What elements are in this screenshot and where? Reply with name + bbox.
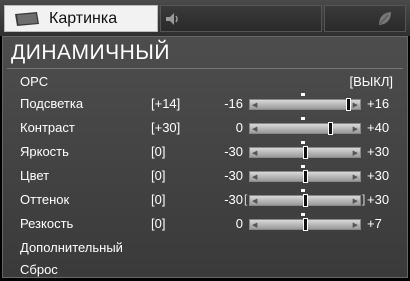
slider-min: -30 bbox=[224, 144, 243, 159]
slider-min: -16 bbox=[224, 96, 243, 111]
slider-label: Оттенок bbox=[20, 192, 70, 207]
slider-max: +30 bbox=[367, 144, 390, 159]
menu-item-slider[interactable]: Резкость [0] 0 ◀ ▶ +7 bbox=[3, 213, 407, 235]
slider-max: +30 bbox=[367, 168, 390, 183]
slider-label: Яркость bbox=[20, 144, 69, 159]
arrow-left-icon: ◀ bbox=[252, 126, 258, 133]
menu-tab-bar: Картинка bbox=[0, 0, 410, 36]
arrow-right-icon: ▶ bbox=[352, 150, 358, 157]
arrow-right-icon: ▶ bbox=[352, 198, 358, 205]
slider-max: +16 bbox=[367, 96, 390, 111]
center-tick bbox=[301, 141, 305, 144]
reset-label: Сброс bbox=[20, 262, 58, 277]
slider-value: [0] bbox=[151, 144, 166, 159]
slider-track[interactable]: ◀ ▶ bbox=[249, 170, 361, 183]
slider-thumb[interactable] bbox=[328, 122, 333, 135]
leaf-icon bbox=[379, 12, 391, 25]
slider-max: +30 bbox=[367, 192, 390, 207]
arrow-left-icon: ◀ bbox=[252, 198, 258, 205]
slider-min: -30 bbox=[224, 192, 243, 207]
slider-track[interactable]: ◀ ▶ bbox=[249, 146, 361, 159]
menu-item-slider[interactable]: Подсветка [+14] -16 ◀ ▶ +16 bbox=[3, 93, 407, 115]
slider-max: +7 bbox=[367, 216, 382, 231]
menu-item-slider[interactable]: Цвет [0] -30 ◀ ▶ +30 bbox=[3, 165, 407, 187]
arrow-left-icon: ◀ bbox=[252, 150, 258, 157]
bracket-left-icon: [ bbox=[244, 192, 248, 206]
arrow-right-icon: ▶ bbox=[352, 102, 358, 109]
center-tick bbox=[301, 189, 305, 192]
menu-item-slider[interactable]: Оттенок [0] -30[] ◀ ▶ +30 bbox=[3, 189, 407, 211]
slider-value: [+14] bbox=[151, 96, 181, 111]
slider-label: Цвет bbox=[20, 168, 50, 183]
arrow-right-icon: ▶ bbox=[352, 126, 358, 133]
slider-thumb[interactable] bbox=[303, 194, 308, 207]
tab-picture-label: Картинка bbox=[49, 10, 118, 27]
tab-picture[interactable]: Картинка bbox=[4, 5, 158, 32]
slider-value: [+30] bbox=[151, 120, 181, 135]
arrow-left-icon: ◀ bbox=[252, 222, 258, 229]
picture-settings-panel: ДИНАМИЧНЫЙ OPC [ВЫКЛ] Подсветка [+14] -16 ◀… bbox=[2, 36, 408, 278]
advanced-label: Дополнительный bbox=[20, 240, 123, 255]
menu-item-advanced[interactable]: Дополнительный bbox=[3, 237, 407, 259]
arrow-left-icon: ◀ bbox=[252, 102, 258, 109]
slider-label: Контраст bbox=[20, 120, 75, 135]
slider-min: 0 bbox=[235, 216, 243, 231]
opc-value: [ВЫКЛ] bbox=[349, 74, 393, 89]
center-tick bbox=[301, 117, 305, 120]
slider-label: Резкость bbox=[20, 216, 74, 231]
center-tick bbox=[301, 165, 305, 168]
slider-track[interactable]: ◀ ▶ bbox=[249, 122, 361, 135]
speaker-icon bbox=[166, 13, 178, 25]
tab-eco[interactable] bbox=[324, 5, 406, 32]
slider-min: -30 bbox=[224, 168, 243, 183]
slider-label: Подсветка bbox=[20, 96, 84, 111]
slider-min: 0 bbox=[235, 120, 243, 135]
slider-thumb[interactable] bbox=[346, 98, 351, 111]
bracket-right-icon: ] bbox=[362, 192, 366, 206]
menu-item-opc[interactable]: OPC [ВЫКЛ] bbox=[3, 71, 407, 93]
slider-value: [0] bbox=[151, 192, 166, 207]
tab-audio[interactable] bbox=[160, 5, 322, 32]
arrow-right-icon: ▶ bbox=[352, 222, 358, 229]
arrow-left-icon: ◀ bbox=[252, 174, 258, 181]
slider-thumb[interactable] bbox=[303, 170, 308, 183]
menu-item-slider[interactable]: Контраст [+30] 0 ◀ ▶ +40 bbox=[3, 117, 407, 139]
slider-thumb[interactable] bbox=[303, 146, 308, 159]
slider-track[interactable]: ◀ ▶ bbox=[249, 218, 361, 231]
slider-value: [0] bbox=[151, 168, 166, 183]
divider bbox=[7, 68, 403, 69]
slider-track[interactable]: ◀ ▶ bbox=[249, 194, 361, 207]
slider-thumb[interactable] bbox=[303, 218, 308, 231]
slider-track[interactable]: ◀ ▶ bbox=[249, 98, 361, 111]
arrow-right-icon: ▶ bbox=[352, 174, 358, 181]
slider-max: +40 bbox=[367, 120, 390, 135]
menu-item-slider[interactable]: Яркость [0] -30 ◀ ▶ +30 bbox=[3, 141, 407, 163]
tv-icon bbox=[15, 12, 39, 26]
page-title: ДИНАМИЧНЫЙ bbox=[11, 41, 170, 64]
opc-label: OPC bbox=[20, 74, 49, 89]
center-tick bbox=[301, 213, 305, 216]
slider-value: [0] bbox=[151, 216, 166, 231]
menu-item-reset[interactable]: Сброс bbox=[3, 259, 407, 281]
center-tick bbox=[301, 93, 305, 96]
